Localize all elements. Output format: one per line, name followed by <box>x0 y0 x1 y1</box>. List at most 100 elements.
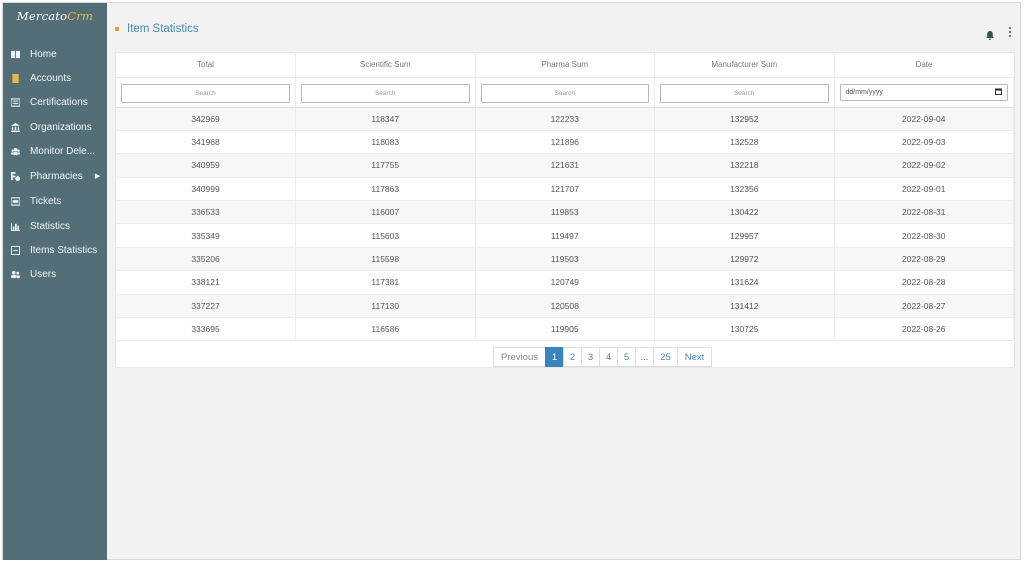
table-row[interactable]: 335206 115598 119503 129972 2022-08-29 <box>116 247 1014 272</box>
sidebar-item-label: Users <box>30 268 57 280</box>
certifications-icon <box>8 95 22 109</box>
title-bullet <box>115 27 119 31</box>
expand-caret-icon[interactable]: ▶ <box>95 172 100 180</box>
cell-manufacturer-sum: 130725 <box>654 317 835 342</box>
cell-pharma-sum: 120749 <box>475 270 655 295</box>
table-row[interactable]: 336533 116007 119853 130422 2022-08-31 <box>116 200 1014 225</box>
cell-total: 335206 <box>116 247 296 272</box>
column-header-pharma-sum[interactable]: Pharma Sum <box>475 53 655 78</box>
sidebar-item-label: Monitor Dele... <box>30 145 96 157</box>
pagination-page-4[interactable]: 4 <box>599 347 618 367</box>
item-statistics-table: Total Scientific Sum Pharma Sum Manufact… <box>116 53 1014 342</box>
cell-date: 2022-09-03 <box>834 130 1014 155</box>
table-row[interactable]: 340999 117863 121707 132356 2022-09-01 <box>116 177 1014 202</box>
cell-scientific-sum: 117755 <box>295 153 476 178</box>
cell-manufacturer-sum: 131624 <box>654 270 835 295</box>
table-row[interactable]: 335349 115603 119497 129957 2022-08-30 <box>116 223 1014 248</box>
cell-total: 337227 <box>116 294 296 319</box>
sidebar-item-label: Home <box>30 48 57 60</box>
tickets-icon <box>8 194 22 208</box>
table-row[interactable]: 338121 117381 120749 131624 2022-08-28 <box>116 270 1014 295</box>
table-row[interactable]: 342969 118347 122233 132952 2022-09-04 <box>116 107 1014 131</box>
cell-total: 340959 <box>116 153 296 178</box>
sidebar-item-home[interactable]: Home <box>3 43 107 65</box>
cell-total: 340999 <box>116 177 296 202</box>
sidebar-item-tickets[interactable]: Tickets <box>3 190 107 212</box>
search-input-pharma-sum[interactable] <box>480 83 649 103</box>
table-row[interactable]: 340959 117755 121631 132218 2022-09-02 <box>116 153 1014 178</box>
cell-scientific-sum: 117863 <box>295 177 476 202</box>
pagination-page-last[interactable]: 25 <box>653 347 678 367</box>
filter-row: dd/mm/yyyy <box>116 77 1014 108</box>
sidebar-item-label: Accounts <box>30 72 72 84</box>
cell-total: 341968 <box>116 130 296 155</box>
search-input-manufacturer-sum[interactable] <box>660 83 829 103</box>
column-header-manufacturer-sum[interactable]: Manufacturer Sum <box>654 53 835 78</box>
sidebar-item-label: Tickets <box>30 195 62 207</box>
column-header-scientific-sum[interactable]: Scientific Sum <box>295 53 476 78</box>
statistics-icon <box>8 219 22 233</box>
sidebar-item-label: Statistics <box>30 220 71 232</box>
cell-total: 338121 <box>116 270 296 295</box>
cell-total: 342969 <box>116 107 296 131</box>
cell-pharma-sum: 119497 <box>475 223 655 248</box>
sidebar-item-items-statistics[interactable]: Items Statistics <box>3 239 107 261</box>
sidebar-item-label: Pharmacies <box>30 170 83 182</box>
pagination-page-2[interactable]: 2 <box>563 347 582 367</box>
cell-manufacturer-sum: 129972 <box>654 247 835 272</box>
date-filter-input[interactable]: dd/mm/yyyy <box>839 83 1008 101</box>
cell-manufacturer-sum: 132528 <box>654 130 835 155</box>
date-placeholder: dd/mm/yyyy <box>845 88 883 96</box>
search-input-total[interactable] <box>121 83 290 103</box>
column-header-date[interactable]: Date <box>834 53 1014 78</box>
cell-scientific-sum: 116586 <box>295 317 476 342</box>
cell-manufacturer-sum: 129957 <box>654 223 835 248</box>
sidebar-item-certifications[interactable]: Certifications <box>3 91 107 113</box>
pagination-ellipsis: ... <box>635 347 654 367</box>
column-header-total[interactable]: Total <box>116 53 296 78</box>
cell-manufacturer-sum: 130422 <box>654 200 835 225</box>
search-input-scientific-sum[interactable] <box>301 83 470 103</box>
cell-manufacturer-sum: 131412 <box>654 294 835 319</box>
sidebar-item-accounts[interactable]: Accounts <box>3 67 107 89</box>
pagination-page-5[interactable]: 5 <box>617 347 636 367</box>
cell-scientific-sum: 117381 <box>295 270 476 295</box>
table-row[interactable]: 333695 116586 119905 130725 2022-08-26 <box>116 317 1014 342</box>
sidebar-item-organizations[interactable]: Organizations <box>3 116 107 138</box>
table-body: 342969 118347 122233 132952 2022-09-04 341968… <box>116 107 1014 342</box>
sidebar-item-pharmacies[interactable]: Pharmacies ▶ <box>3 165 107 187</box>
users-icon <box>8 267 22 281</box>
pagination-previous-button[interactable]: Previous <box>493 347 546 367</box>
organizations-icon <box>8 120 22 134</box>
calendar-icon[interactable] <box>995 88 1002 97</box>
cell-pharma-sum: 119853 <box>475 200 655 225</box>
cell-scientific-sum: 117130 <box>295 294 476 319</box>
cell-date: 2022-09-01 <box>834 177 1014 202</box>
cell-date: 2022-08-27 <box>834 294 1014 319</box>
sidebar-item-users[interactable]: Users <box>3 263 107 285</box>
table-row[interactable]: 337227 117130 120508 131412 2022-08-27 <box>116 294 1014 319</box>
cell-pharma-sum: 121896 <box>475 130 655 155</box>
cell-scientific-sum: 115598 <box>295 247 476 272</box>
cell-pharma-sum: 122233 <box>475 107 655 131</box>
kebab-menu-icon[interactable] <box>1008 27 1012 37</box>
cell-pharma-sum: 121707 <box>475 177 655 202</box>
main-content: Item Statistics Total Scientific Sum Pha… <box>107 3 1021 560</box>
cell-scientific-sum: 116007 <box>295 200 476 225</box>
cell-manufacturer-sum: 132218 <box>654 153 835 178</box>
sidebar-item-statistics[interactable]: Statistics <box>3 215 107 237</box>
cell-total: 333695 <box>116 317 296 342</box>
sidebar-item-monitor[interactable]: Monitor Dele... <box>3 140 107 162</box>
cell-scientific-sum: 118083 <box>295 130 476 155</box>
pagination-next-button[interactable]: Next <box>677 347 712 367</box>
bell-icon[interactable] <box>986 27 994 40</box>
item-statistics-table-card: Total Scientific Sum Pharma Sum Manufact… <box>115 52 1015 368</box>
home-icon <box>8 47 22 61</box>
pharmacies-icon <box>8 169 22 183</box>
cell-date: 2022-08-26 <box>834 317 1014 342</box>
app-logo[interactable]: MercatoCrm <box>3 3 107 33</box>
pagination-page-1[interactable]: 1 <box>545 347 564 367</box>
cell-pharma-sum: 121631 <box>475 153 655 178</box>
table-row[interactable]: 341968 118083 121896 132528 2022-09-03 <box>116 130 1014 155</box>
pagination-page-3[interactable]: 3 <box>581 347 600 367</box>
